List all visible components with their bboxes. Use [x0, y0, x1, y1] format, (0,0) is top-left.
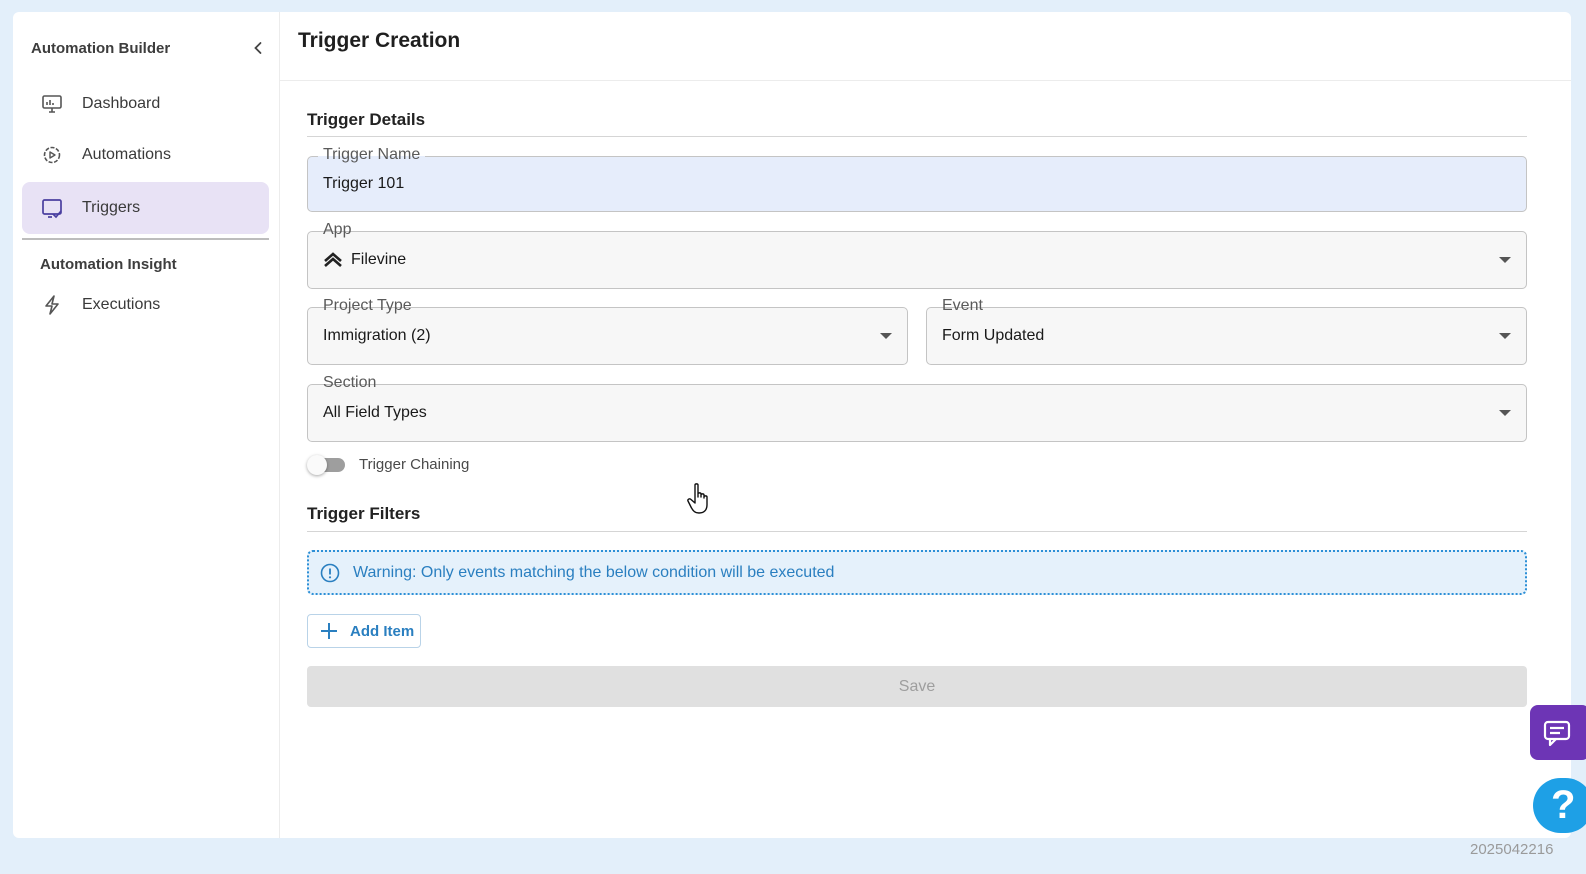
project-type-label: Project Type [318, 296, 417, 316]
event-value: Form Updated [942, 327, 1045, 344]
filter-warning-alert: Warning: Only events matching the below … [307, 550, 1527, 595]
dropdown-caret-icon[interactable] [1499, 410, 1511, 416]
screen-check-icon [40, 196, 64, 220]
event-select[interactable]: Event Form Updated [926, 296, 1527, 365]
toggle-thumb [307, 455, 327, 475]
sidebar-section-title: Automation Insight [40, 256, 177, 273]
sidebar-header: Automation Builder [31, 38, 269, 58]
section-divider [307, 531, 1527, 532]
sidebar-item-automations[interactable]: Automations [22, 129, 269, 181]
monitor-icon [40, 92, 64, 116]
help-button[interactable]: ? [1533, 778, 1586, 833]
project-type-select[interactable]: Project Type Immigration (2) [307, 296, 908, 365]
dropdown-caret-icon[interactable] [1499, 257, 1511, 263]
build-id: 2025042216 [1470, 841, 1554, 858]
section-label: Section [318, 373, 382, 393]
app-value-wrap: Filevine [323, 250, 406, 270]
page-header: Trigger Creation [280, 12, 1571, 81]
sidebar-item-label: Automations [82, 146, 171, 163]
sidebar-title: Automation Builder [31, 39, 171, 57]
trigger-name-field[interactable]: Trigger Name Trigger 101 [307, 145, 1527, 212]
trigger-name-value: Trigger 101 [323, 175, 405, 192]
dropdown-caret-icon[interactable] [880, 333, 892, 339]
trigger-chaining-row: Trigger Chaining [307, 455, 470, 475]
trigger-name-label: Trigger Name [318, 145, 426, 165]
sidebar-item-label: Triggers [82, 199, 141, 216]
chevron-left-icon [254, 42, 262, 54]
sidebar-item-dashboard[interactable]: Dashboard [22, 78, 269, 130]
gear-play-icon [40, 143, 64, 167]
trigger-filters-title: Trigger Filters [307, 504, 421, 523]
trigger-chaining-label: Trigger Chaining [359, 455, 470, 473]
section-divider [307, 136, 1527, 137]
collapse-sidebar-button[interactable] [247, 37, 269, 59]
sidebar-item-label: Executions [82, 296, 161, 313]
app-value: Filevine [351, 251, 407, 268]
section-select[interactable]: Section All Field Types [307, 373, 1527, 442]
event-label: Event [937, 296, 988, 316]
plus-icon [318, 620, 340, 642]
section-value: All Field Types [323, 404, 427, 421]
main-content: Trigger Creation Trigger Details Trigger… [280, 12, 1571, 838]
save-button[interactable]: Save [307, 666, 1527, 707]
page-title: Trigger Creation [298, 29, 461, 52]
sidebar-item-triggers[interactable]: Triggers [22, 182, 269, 234]
hand-pointer-icon [687, 483, 708, 514]
lightning-icon [40, 293, 64, 317]
trigger-details-title: Trigger Details [307, 110, 426, 129]
app-card: Automation Builder Dashboard Automations… [13, 12, 1571, 838]
info-icon [319, 562, 341, 584]
sidebar: Automation Builder Dashboard Automations… [13, 12, 280, 838]
app-select[interactable]: App Filevine [307, 220, 1527, 289]
dropdown-caret-icon[interactable] [1499, 333, 1511, 339]
filevine-logo-icon [323, 250, 343, 270]
sidebar-divider [22, 238, 269, 240]
warning-text: Warning: Only events matching the below … [353, 563, 835, 581]
trigger-chaining-toggle[interactable] [307, 455, 345, 475]
add-item-button[interactable]: Add Item [307, 614, 421, 648]
sidebar-item-label: Dashboard [82, 95, 161, 112]
project-type-value: Immigration (2) [323, 327, 431, 344]
chat-button[interactable] [1530, 705, 1586, 760]
add-item-label: Add Item [350, 622, 415, 640]
sidebar-item-executions[interactable]: Executions [22, 279, 269, 331]
app-label: App [318, 220, 357, 240]
chat-icon [1543, 720, 1571, 746]
